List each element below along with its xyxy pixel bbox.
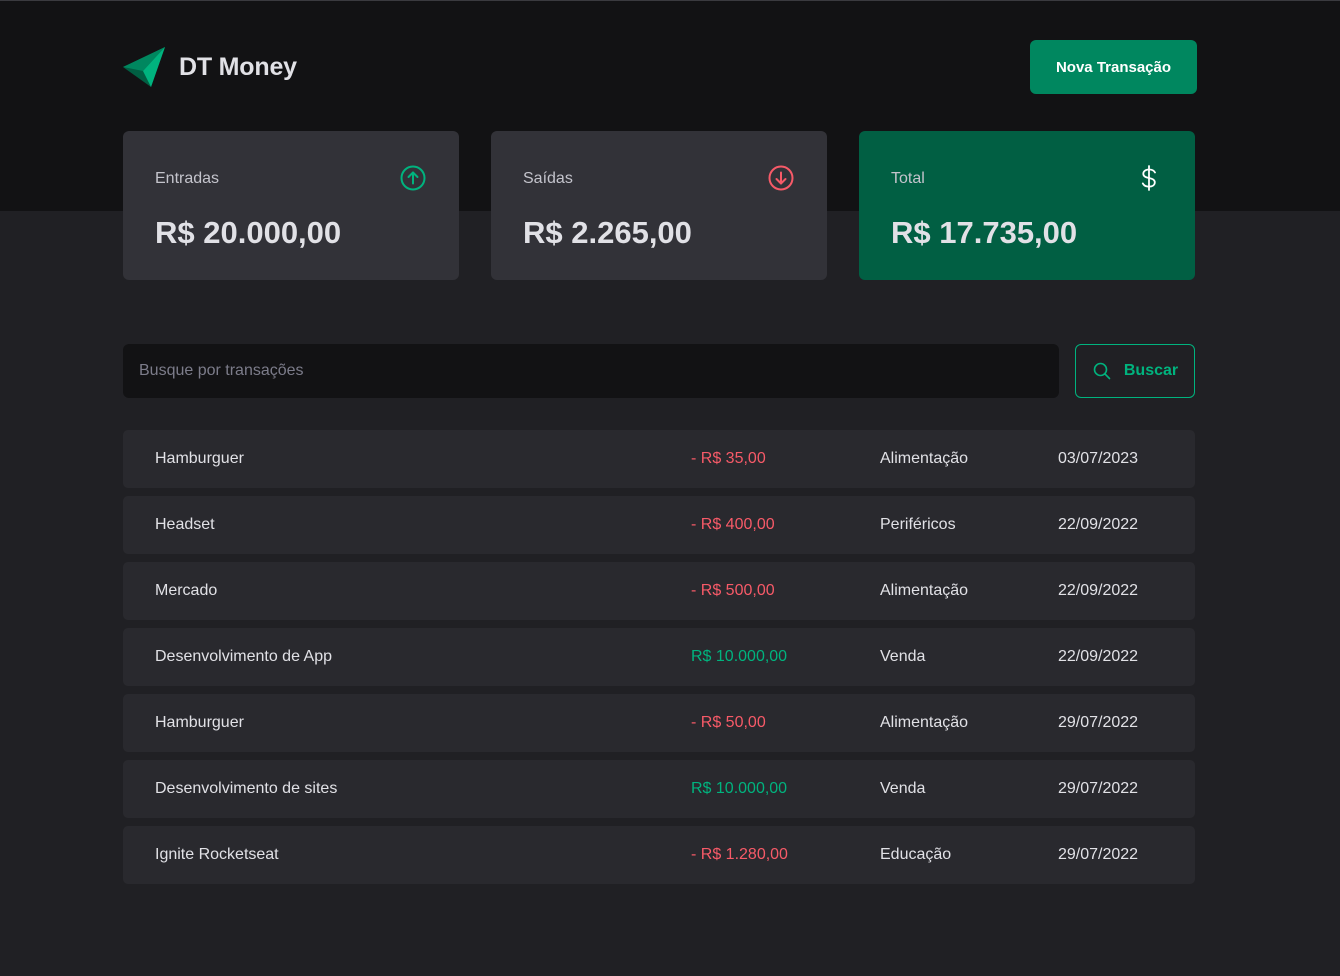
- app-header: DT Money Nova Transação: [123, 39, 1197, 95]
- summary-card-income: Entradas R$ 20.000,00: [123, 131, 459, 280]
- transaction-category: Venda: [880, 648, 926, 665]
- table-row: Mercado - R$ 500,00 Alimentação 22/09/20…: [123, 562, 1195, 620]
- table-row: Ignite Rocketseat - R$ 1.280,00 Educação…: [123, 826, 1195, 884]
- app-name: DT Money: [179, 52, 297, 81]
- search-form: Buscar: [123, 344, 1195, 399]
- transaction-category: Educação: [880, 846, 952, 863]
- transaction-date: 29/07/2022: [1058, 846, 1139, 863]
- transaction-price: - R$ 35,00: [691, 450, 766, 467]
- transaction-category: Venda: [880, 780, 926, 797]
- transaction-description: Mercado: [155, 582, 218, 599]
- outcome-value: R$ 2.265,00: [523, 215, 692, 250]
- transaction-price: - R$ 400,00: [691, 516, 775, 533]
- table-row: Hamburguer - R$ 50,00 Alimentação 29/07/…: [123, 694, 1195, 752]
- summary: Entradas R$ 20.000,00 Saídas R$ 2.265,00…: [123, 131, 1195, 280]
- transaction-price: R$ 10.000,00: [691, 648, 788, 665]
- summary-card-outcome: Saídas R$ 2.265,00: [491, 131, 827, 280]
- transaction-category: Alimentação: [880, 582, 969, 599]
- transaction-category: Alimentação: [880, 450, 969, 467]
- transaction-date: 03/07/2023: [1058, 450, 1139, 467]
- transaction-date: 22/09/2022: [1058, 648, 1139, 665]
- new-transaction-button[interactable]: Nova Transação: [1030, 40, 1197, 94]
- summary-card-total: Total R$ 17.735,00: [859, 131, 1195, 280]
- transactions-table: Hamburguer - R$ 35,00 Alimentação 03/07/…: [123, 430, 1195, 884]
- search-input[interactable]: [123, 344, 1059, 398]
- search-icon: [1093, 362, 1111, 380]
- search-button-label: Buscar: [1123, 362, 1179, 379]
- arrow-circle-down-icon: [768, 165, 794, 191]
- table-row: Desenvolvimento de sites R$ 10.000,00 Ve…: [123, 760, 1195, 818]
- income-label: Entradas: [155, 170, 220, 187]
- transaction-price: - R$ 50,00: [691, 714, 766, 731]
- transaction-date: 29/07/2022: [1058, 714, 1139, 731]
- transaction-date: 22/09/2022: [1058, 516, 1139, 533]
- transaction-description: Desenvolvimento de sites: [155, 780, 338, 797]
- total-label: Total: [891, 170, 925, 187]
- transaction-category: Alimentação: [880, 714, 969, 731]
- transaction-price: - R$ 500,00: [691, 582, 775, 599]
- transaction-category: Periféricos: [880, 516, 956, 533]
- dt-money-logo-icon: [123, 47, 165, 87]
- arrow-circle-up-icon: [400, 165, 426, 191]
- logo: DT Money: [123, 47, 297, 87]
- table-row: Hamburguer - R$ 35,00 Alimentação 03/07/…: [123, 430, 1195, 488]
- transaction-description: Hamburguer: [155, 450, 244, 467]
- table-row: Headset - R$ 400,00 Periféricos 22/09/20…: [123, 496, 1195, 554]
- currency-dollar-icon: [1141, 165, 1156, 191]
- transaction-description: Headset: [155, 516, 215, 533]
- transaction-price: R$ 10.000,00: [691, 780, 788, 797]
- transaction-date: 22/09/2022: [1058, 582, 1139, 599]
- income-value: R$ 20.000,00: [155, 215, 342, 250]
- outcome-label: Saídas: [523, 170, 573, 187]
- total-value: R$ 17.735,00: [891, 215, 1078, 250]
- transaction-price: - R$ 1.280,00: [691, 846, 788, 863]
- table-row: Desenvolvimento de App R$ 10.000,00 Vend…: [123, 628, 1195, 686]
- transaction-description: Hamburguer: [155, 714, 244, 731]
- transaction-description: Ignite Rocketseat: [155, 846, 279, 863]
- search-button[interactable]: Buscar: [1075, 344, 1195, 398]
- transaction-date: 29/07/2022: [1058, 780, 1139, 797]
- transaction-description: Desenvolvimento de App: [155, 648, 332, 665]
